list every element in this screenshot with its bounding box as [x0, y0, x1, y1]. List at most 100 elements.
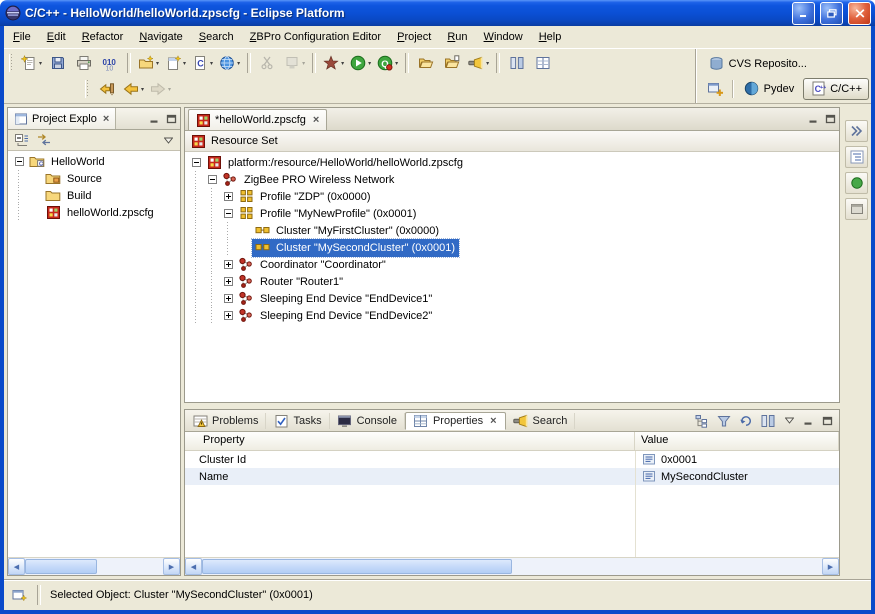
- build-binary-button[interactable]: 01010: [98, 50, 122, 76]
- toggle-columns-button[interactable]: [531, 50, 555, 76]
- export-button[interactable]: [440, 50, 464, 76]
- dropdown-arrow-icon[interactable]: ▾: [368, 60, 371, 67]
- tab-properties[interactable]: Properties×: [405, 412, 506, 430]
- cvs-repositories-button[interactable]: CVS Reposito...: [702, 53, 814, 75]
- tab-console[interactable]: Console: [330, 413, 405, 429]
- tree-item[interactable]: Cluster "MyFirstCluster" (0x0000): [185, 222, 839, 239]
- maximize-view-button[interactable]: [819, 413, 835, 429]
- tree-item[interactable]: Source: [8, 170, 180, 187]
- scrollbar-thumb[interactable]: [25, 559, 97, 574]
- horizontal-scrollbar[interactable]: ◀ ▶: [8, 557, 180, 575]
- minimize-editor-button[interactable]: [805, 111, 821, 127]
- pin-properties-button[interactable]: [758, 411, 778, 431]
- title-bar[interactable]: C/C++ - HelloWorld/helloWorld.zpscfg - E…: [0, 0, 875, 26]
- new-c-class-button[interactable]: C▾: [190, 50, 215, 76]
- tree-item[interactable]: Sleeping End Device "EndDevice1": [185, 290, 839, 307]
- menu-refactor[interactable]: Refactor: [74, 28, 132, 46]
- menu-search[interactable]: Search: [191, 28, 242, 46]
- scroll-left-button[interactable]: ◀: [8, 558, 25, 575]
- view-menu-button[interactable]: [781, 413, 797, 429]
- forward-button[interactable]: ▾: [148, 76, 173, 102]
- tab-tasks[interactable]: Tasks: [266, 413, 329, 429]
- q-run-button[interactable]: Q▾: [375, 50, 400, 76]
- expand-toggle-plus[interactable]: [220, 260, 236, 269]
- column-header-value[interactable]: Value: [635, 432, 839, 450]
- menu-navigate[interactable]: Navigate: [131, 28, 190, 46]
- tree-item[interactable]: Profile "MyNewProfile" (0x0001): [185, 205, 839, 222]
- fast-view-chevron-button[interactable]: [845, 120, 868, 142]
- dropdown-arrow-icon[interactable]: ▾: [302, 60, 305, 67]
- tree-item[interactable]: Cluster "MySecondCluster" (0x0001): [185, 239, 839, 256]
- menu-window[interactable]: Window: [476, 28, 531, 46]
- annotation-button[interactable]: ▾: [282, 50, 307, 76]
- dropdown-arrow-icon[interactable]: ▾: [39, 60, 42, 67]
- view-menu-button[interactable]: [160, 132, 176, 148]
- fast-view-button[interactable]: [12, 587, 28, 603]
- run-button[interactable]: ▾: [348, 50, 373, 76]
- expand-toggle-minus[interactable]: [220, 209, 236, 218]
- expand-toggle-plus[interactable]: [220, 294, 236, 303]
- tab-search[interactable]: Search: [506, 413, 576, 429]
- expand-toggle-plus[interactable]: [220, 192, 236, 201]
- scroll-left-button[interactable]: ◀: [185, 558, 202, 575]
- close-icon[interactable]: ×: [489, 415, 497, 427]
- close-icon[interactable]: ×: [312, 114, 320, 126]
- toolbar-grip[interactable]: [85, 80, 89, 98]
- expand-toggle-plus[interactable]: [220, 277, 236, 286]
- maximize-view-button[interactable]: [163, 111, 179, 127]
- search-button[interactable]: ▾: [466, 50, 491, 76]
- collapse-all-button[interactable]: [12, 130, 32, 150]
- minimize-view-button[interactable]: [146, 111, 162, 127]
- show-categories-button[interactable]: [692, 411, 712, 431]
- external-tools-button[interactable]: ▾: [321, 50, 346, 76]
- expand-toggle-minus[interactable]: [11, 157, 27, 166]
- save-button[interactable]: [46, 50, 70, 76]
- tree-item[interactable]: Sleeping End Device "EndDevice2": [185, 307, 839, 324]
- column-divider[interactable]: [635, 451, 636, 557]
- scroll-right-button[interactable]: ▶: [822, 558, 839, 575]
- tree-item[interactable]: Router "Router1": [185, 273, 839, 290]
- pin-editor-button[interactable]: [505, 50, 529, 76]
- scrollbar-thumb[interactable]: [202, 559, 512, 574]
- cut-button[interactable]: [256, 50, 280, 76]
- new-c-project-button[interactable]: ▾: [136, 50, 161, 76]
- expand-toggle-minus[interactable]: [204, 175, 220, 184]
- dropdown-arrow-icon[interactable]: ▾: [183, 60, 186, 67]
- dropdown-arrow-icon[interactable]: ▾: [486, 60, 489, 67]
- tab-project-explorer[interactable]: Project Explo ×: [8, 108, 116, 129]
- column-header-property[interactable]: Property: [185, 432, 635, 450]
- minimize-view-button[interactable]: [800, 413, 816, 429]
- tree-item[interactable]: Coordinator "Coordinator": [185, 256, 839, 273]
- perspective-pydev-button[interactable]: Pydev: [737, 78, 802, 100]
- link-with-editor-button[interactable]: [34, 130, 54, 150]
- menu-project[interactable]: Project: [389, 28, 439, 46]
- dropdown-arrow-icon[interactable]: ▾: [210, 60, 213, 67]
- minimized-view-outline-button[interactable]: [845, 146, 868, 168]
- dropdown-arrow-icon[interactable]: ▾: [237, 60, 240, 67]
- dropdown-arrow-icon[interactable]: ▾: [395, 60, 398, 67]
- property-row[interactable]: NameMySecondCluster: [185, 468, 839, 485]
- tree-item[interactable]: Profile "ZDP" (0x0000): [185, 188, 839, 205]
- close-button[interactable]: [848, 2, 871, 25]
- restore-default-value-button[interactable]: [736, 411, 756, 431]
- close-icon[interactable]: ×: [102, 113, 110, 125]
- maximize-editor-button[interactable]: [822, 111, 838, 127]
- tab-problems[interactable]: Problems: [185, 413, 266, 429]
- expand-toggle-minus[interactable]: [188, 158, 204, 167]
- tree-item[interactable]: CHelloWorld: [8, 153, 180, 170]
- tree-item[interactable]: platform:/resource/HelloWorld/helloWorld…: [185, 154, 839, 171]
- tab-helloworld-zpscfg[interactable]: *helloWorld.zpscfg ×: [188, 109, 327, 130]
- scroll-right-button[interactable]: ▶: [163, 558, 180, 575]
- perspective-cpp-button[interactable]: C++C/C++: [803, 78, 869, 100]
- dropdown-arrow-icon[interactable]: ▾: [341, 60, 344, 67]
- horizontal-scrollbar[interactable]: ◀ ▶: [185, 557, 839, 575]
- menu-zbpro-configuration-editor[interactable]: ZBPro Configuration Editor: [242, 28, 389, 46]
- import-button[interactable]: [414, 50, 438, 76]
- menu-edit[interactable]: Edit: [39, 28, 74, 46]
- toolbar-grip[interactable]: [9, 54, 13, 72]
- back-button[interactable]: ▾: [121, 76, 146, 102]
- tree-item[interactable]: helloWorld.zpscfg: [8, 204, 180, 221]
- property-row[interactable]: Cluster Id0x0001: [185, 451, 839, 468]
- minimize-button[interactable]: [792, 2, 815, 25]
- open-perspective-button[interactable]: [703, 76, 727, 102]
